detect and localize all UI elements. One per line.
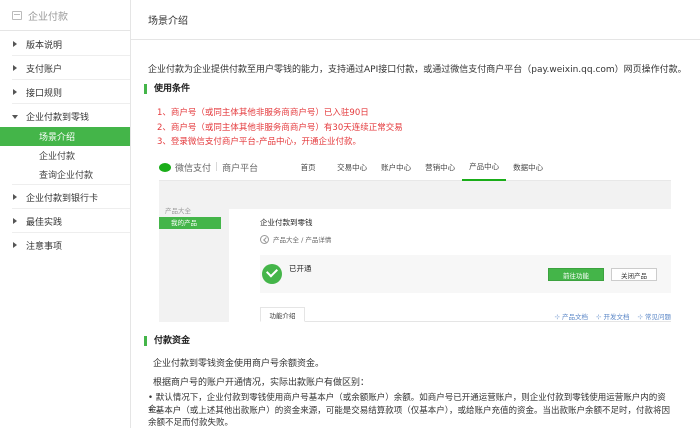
- nav-home[interactable]: 首页: [286, 154, 330, 181]
- funds-bullet-2: • 基本户（或上述其他出款账户）的资金来源，可能是交易结算款项（仅基本户），或给…: [148, 406, 670, 428]
- sidebar-subitem-label: 查询企业付款: [39, 171, 94, 181]
- sidebar-item-account[interactable]: 支付账户: [0, 58, 130, 79]
- intro-text: 企业付款为企业提供付款至用户零钱的能力，支持通过API接口付款，或通过微信支付商…: [148, 65, 687, 75]
- sidebar-item-label: 接口规则: [26, 89, 63, 99]
- sidebar: 企业付款 版本说明 支付账户 接口规则 企业付款到零钱 场景介绍 企业付款 查询…: [0, 0, 131, 428]
- breadcrumb: 产品大全 / 产品详情: [260, 234, 331, 244]
- funds-text-1: 企业付款到零钱资金使用商户号余额资金。: [153, 359, 325, 369]
- breadcrumb-text: 产品大全 / 产品详情: [273, 236, 332, 244]
- product-doc-link[interactable]: ⊹ 产品文档: [554, 311, 588, 321]
- caret-down-icon: [12, 115, 18, 119]
- sidebar-item-best-practice[interactable]: 最佳实践: [0, 211, 130, 232]
- sidebar-subitem-label: 场景介绍: [39, 133, 76, 143]
- nav-data[interactable]: 数据中心: [506, 154, 550, 181]
- back-icon[interactable]: [260, 234, 269, 244]
- wechat-pay-logo: 微信支付 | 商户平台: [159, 161, 258, 174]
- merchant-left-menu: 产品大全 我的产品: [159, 205, 221, 229]
- status-text: 已开通: [289, 264, 312, 273]
- sidebar-subitem-scenario[interactable]: 场景介绍: [0, 127, 130, 146]
- nav-transactions[interactable]: 交易中心: [330, 154, 374, 181]
- sidebar-subitem-payment[interactable]: 企业付款: [0, 146, 130, 165]
- nav-products[interactable]: 产品中心: [462, 154, 507, 181]
- merchant-platform-header: 微信支付 | 商户平台 首页 交易中心 账户中心 营销中心 产品中心 数据中心: [159, 154, 671, 181]
- menu-products-all[interactable]: 产品大全: [159, 205, 221, 217]
- check-icon: [262, 264, 282, 284]
- close-product-button[interactable]: 关闭产品: [611, 268, 657, 281]
- tab-feature-intro[interactable]: 功能介绍: [260, 307, 305, 322]
- caret-right-icon: [13, 41, 17, 47]
- sidebar-item-label: 注意事项: [26, 242, 63, 252]
- sidebar-subitem-label: 企业付款: [39, 152, 76, 162]
- sidebar-item-pay-to-wallet[interactable]: 企业付款到零钱: [0, 106, 130, 127]
- product-detail-panel: 企业付款到零钱 产品大全 / 产品详情 已开通 前往功能 关闭产品 功能介绍 ⊹…: [229, 209, 671, 322]
- conditions-list: 1、商户号（或同主体其他非服务商商户号）已入驻90日 2、商户号（或同主体其他非…: [157, 106, 403, 150]
- funds-text-2: 根据商户号的账户开通情况，实际出款账户有做区别：: [153, 378, 370, 388]
- faq-link[interactable]: ⊹ 常见问题: [637, 311, 671, 321]
- sidebar-title: 企业付款: [28, 11, 68, 23]
- dev-doc-link[interactable]: ⊹ 开发文档: [596, 311, 630, 321]
- doc-links: ⊹ 产品文档 ⊹ 开发文档 ⊹ 常见问题: [554, 311, 671, 321]
- caret-right-icon: [13, 194, 17, 200]
- go-to-feature-button[interactable]: 前往功能: [548, 268, 604, 281]
- sidebar-item-notes[interactable]: 注意事项: [0, 235, 130, 256]
- product-status-bar: 已开通 前往功能 关闭产品: [260, 255, 671, 293]
- sidebar-item-pay-to-bank[interactable]: 企业付款到银行卡: [0, 187, 130, 208]
- product-title: 企业付款到零钱: [260, 218, 313, 227]
- section-heading-funds: 付款资金: [144, 336, 190, 346]
- document-icon: [12, 10, 22, 20]
- sidebar-subitem-query[interactable]: 查询企业付款: [0, 165, 130, 184]
- merchant-platform-screenshot: 微信支付 | 商户平台 首页 交易中心 账户中心 营销中心 产品中心 数据中心 …: [159, 154, 671, 322]
- caret-right-icon: [13, 242, 17, 248]
- caret-right-icon: [13, 218, 17, 224]
- merchant-platform-body: 产品大全 我的产品 企业付款到零钱 产品大全 / 产品详情 已开通 前往功能 关…: [159, 181, 671, 322]
- condition-item: 1、商户号（或同主体其他非服务商商户号）已入驻90日: [157, 108, 369, 118]
- page-title: 场景介绍: [131, 0, 700, 40]
- sidebar-item-label: 企业付款到银行卡: [26, 194, 99, 204]
- sidebar-header: 企业付款: [0, 0, 130, 31]
- condition-item: 3、登录微信支付商户平台-产品中心，开通企业付款。: [157, 137, 361, 147]
- merchant-nav: 首页 交易中心 账户中心 营销中心 产品中心 数据中心: [286, 154, 550, 181]
- nav-marketing[interactable]: 营销中心: [418, 154, 462, 181]
- nav-account[interactable]: 账户中心: [374, 154, 418, 181]
- sidebar-item-label: 企业付款到零钱: [26, 113, 90, 123]
- sidebar-item-label: 版本说明: [26, 41, 63, 51]
- section-heading-conditions: 使用条件: [144, 84, 190, 94]
- menu-my-products[interactable]: 我的产品: [159, 217, 221, 229]
- logo-text: 微信支付: [175, 163, 212, 174]
- main-content: 场景介绍 企业付款为企业提供付款至用户零钱的能力，支持通过API接口付款，或通过…: [131, 0, 700, 428]
- logo-subtext: 商户平台: [222, 163, 259, 174]
- sidebar-item-version[interactable]: 版本说明: [0, 34, 130, 55]
- product-tabs: 功能介绍 ⊹ 产品文档 ⊹ 开发文档 ⊹ 常见问题: [260, 301, 671, 322]
- sidebar-item-label: 最佳实践: [26, 218, 63, 228]
- sidebar-item-rules[interactable]: 接口规则: [0, 82, 130, 103]
- caret-right-icon: [13, 65, 17, 71]
- wechat-logo-icon: [159, 162, 171, 172]
- sidebar-item-label: 支付账户: [26, 65, 63, 75]
- caret-right-icon: [13, 89, 17, 95]
- condition-item: 2、商户号（或同主体其他非服务商商户号）有30天连续正常交易: [157, 122, 403, 133]
